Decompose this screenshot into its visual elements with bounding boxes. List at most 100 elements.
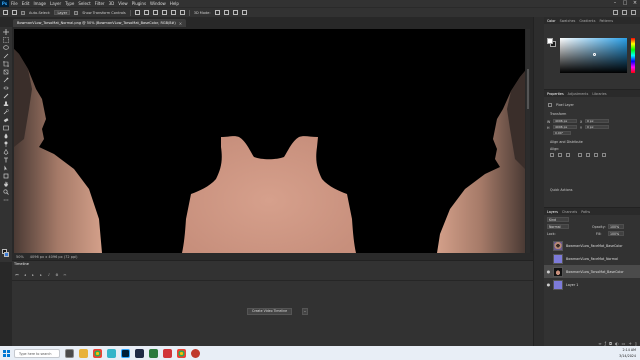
history-brush-tool-icon[interactable]	[2, 109, 10, 115]
app-icon[interactable]	[163, 348, 172, 358]
3d-pan-icon[interactable]	[232, 10, 238, 15]
align-bottom-icon[interactable]	[594, 153, 598, 157]
menu-window[interactable]: Window	[148, 0, 168, 7]
search-icon[interactable]	[613, 10, 618, 15]
align-left-icon[interactable]	[550, 153, 554, 157]
document-tab[interactable]: BowmanVLow_TorsoMat_Normal.png @ 50% (Bo…	[13, 19, 187, 27]
eyedropper-tool-icon[interactable]	[2, 77, 10, 83]
blur-tool-icon[interactable]	[2, 133, 10, 139]
eye-icon[interactable]: ●	[544, 265, 553, 278]
app-icon[interactable]	[191, 348, 200, 358]
settings-icon[interactable]: ⚙	[55, 273, 59, 277]
quick-actions-section[interactable]: Quick Actions	[550, 188, 572, 192]
next-frame-icon[interactable]: ▸	[39, 273, 43, 277]
taskbar-search[interactable]: Type here to search	[14, 348, 60, 358]
x-field[interactable]: 0 px	[585, 119, 609, 123]
align-bottom-icon[interactable]	[179, 10, 185, 15]
mask-icon[interactable]: ◘	[609, 341, 612, 346]
align-section[interactable]: Align and Distribute	[550, 140, 583, 144]
layer-row[interactable]: ● Layer 1	[544, 278, 640, 291]
blend-mode-dropdown[interactable]: Normal	[547, 224, 569, 229]
timeline-tab[interactable]: Timeline	[14, 262, 29, 266]
color-picker-cursor[interactable]	[593, 53, 596, 56]
auto-select-checkbox[interactable]	[21, 10, 25, 15]
photoshop-taskbar-icon[interactable]	[121, 348, 130, 358]
align-middle-icon[interactable]	[586, 153, 590, 157]
tab-color[interactable]: Color	[547, 19, 556, 23]
crop-tool-icon[interactable]	[2, 61, 10, 67]
layer-row[interactable]: BowmanVLow_FaceMat_BaseColor	[544, 239, 640, 252]
background-color-swatch[interactable]	[4, 252, 9, 257]
brush-tool-icon[interactable]	[2, 93, 10, 99]
tab-swatches[interactable]: Swatches	[560, 19, 576, 23]
edge-icon[interactable]	[107, 348, 116, 358]
vertical-scrollbar[interactable]	[526, 29, 530, 253]
chevron-down-icon[interactable]: ⌄	[302, 308, 308, 315]
clone-stamp-tool-icon[interactable]	[2, 101, 10, 107]
home-icon[interactable]	[3, 10, 8, 15]
menu-layer[interactable]: Layer	[48, 0, 63, 7]
prev-frame-icon[interactable]: ◂	[23, 273, 27, 277]
create-video-timeline-button[interactable]: Create Video Timeline	[247, 308, 293, 315]
type-tool-icon[interactable]	[2, 157, 10, 163]
filter-kind-dropdown[interactable]: Kind	[547, 217, 569, 222]
more-options-icon[interactable]	[602, 153, 606, 157]
show-transform-checkbox[interactable]	[74, 10, 79, 15]
first-frame-icon[interactable]: ⏮	[15, 273, 19, 277]
align-right-icon[interactable]	[152, 10, 158, 15]
workspace-icon[interactable]	[622, 10, 627, 15]
zoom-level[interactable]: 50%	[16, 255, 24, 259]
tab-channels[interactable]: Channels	[562, 210, 577, 214]
frame-tool-icon[interactable]	[2, 69, 10, 75]
tab-paths[interactable]: Paths	[581, 210, 590, 214]
menu-select[interactable]: Select	[76, 0, 92, 7]
app-icon[interactable]	[135, 348, 144, 358]
dodge-tool-icon[interactable]	[2, 141, 10, 147]
system-tray-clock[interactable]: 2:14 AM 3/14/2024	[619, 347, 636, 359]
audio-icon[interactable]: ♪	[47, 273, 51, 277]
new-layer-icon[interactable]: +	[628, 341, 631, 346]
folder-icon[interactable]: ▭	[622, 341, 626, 346]
trash-icon[interactable]: ▯	[635, 341, 637, 346]
align-top-icon[interactable]	[161, 10, 167, 15]
windows-start-icon[interactable]	[0, 346, 12, 360]
menu-filter[interactable]: Filter	[93, 0, 107, 7]
tab-adjustments[interactable]: Adjustments	[568, 92, 589, 96]
file-explorer-icon[interactable]	[79, 348, 88, 358]
y-field[interactable]: 0 px	[585, 125, 609, 129]
share-icon[interactable]	[631, 10, 636, 15]
transform-section[interactable]: Transform	[550, 112, 566, 116]
3d-orbit-icon[interactable]	[214, 10, 220, 15]
menu-edit[interactable]: Edit	[20, 0, 32, 7]
opacity-field[interactable]: 100%	[608, 224, 624, 229]
quick-select-tool-icon[interactable]	[2, 53, 10, 59]
foreground-color-chip[interactable]	[547, 38, 553, 44]
chrome-icon[interactable]	[93, 348, 102, 358]
scrollbar-thumb[interactable]	[527, 69, 529, 109]
rectangle-tool-icon[interactable]	[2, 173, 10, 179]
auto-select-dropdown[interactable]: Layer	[54, 10, 71, 15]
menu-view[interactable]: View	[116, 0, 130, 7]
height-field[interactable]: 4096 px	[553, 125, 577, 129]
align-center-icon[interactable]	[143, 10, 149, 15]
align-right-icon[interactable]	[566, 153, 570, 157]
minimize-icon[interactable]: –	[610, 0, 620, 7]
healing-brush-tool-icon[interactable]	[2, 85, 10, 91]
3d-roll-icon[interactable]	[223, 10, 229, 15]
layer-row-selected[interactable]: ● BowmanVLow_TorsoMat_BaseColor	[544, 265, 640, 278]
gradient-tool-icon[interactable]	[2, 125, 10, 131]
link-icon[interactable]: ∞	[598, 341, 601, 346]
move-tool-icon[interactable]	[12, 10, 17, 15]
hue-slider[interactable]	[631, 38, 635, 73]
app-icon[interactable]	[149, 348, 158, 358]
chrome-icon[interactable]	[177, 348, 186, 358]
move-tool-icon[interactable]	[2, 29, 10, 35]
eraser-tool-icon[interactable]	[2, 117, 10, 123]
adjustment-icon[interactable]: ◐	[615, 341, 619, 346]
tab-gradients[interactable]: Gradients	[579, 19, 595, 23]
fill-field[interactable]: 100%	[608, 231, 624, 236]
document-canvas[interactable]	[14, 29, 525, 253]
lasso-tool-icon[interactable]	[2, 45, 10, 51]
angle-field[interactable]: 0.00°	[553, 131, 571, 135]
3d-slide-icon[interactable]	[241, 10, 247, 15]
